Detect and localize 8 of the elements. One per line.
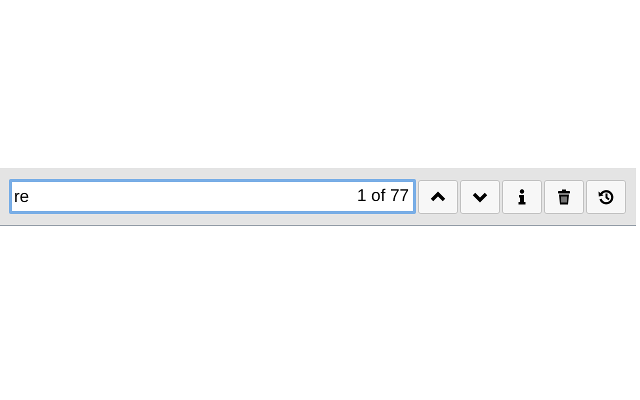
history-button[interactable] bbox=[586, 180, 626, 214]
up-button[interactable] bbox=[418, 180, 458, 214]
info-button[interactable] bbox=[502, 180, 542, 214]
down-button[interactable] bbox=[460, 180, 500, 214]
trash-button[interactable] bbox=[544, 180, 584, 214]
trash-icon bbox=[556, 188, 572, 204]
match-count: 1 of 77 bbox=[357, 186, 409, 206]
history-icon bbox=[598, 188, 614, 204]
